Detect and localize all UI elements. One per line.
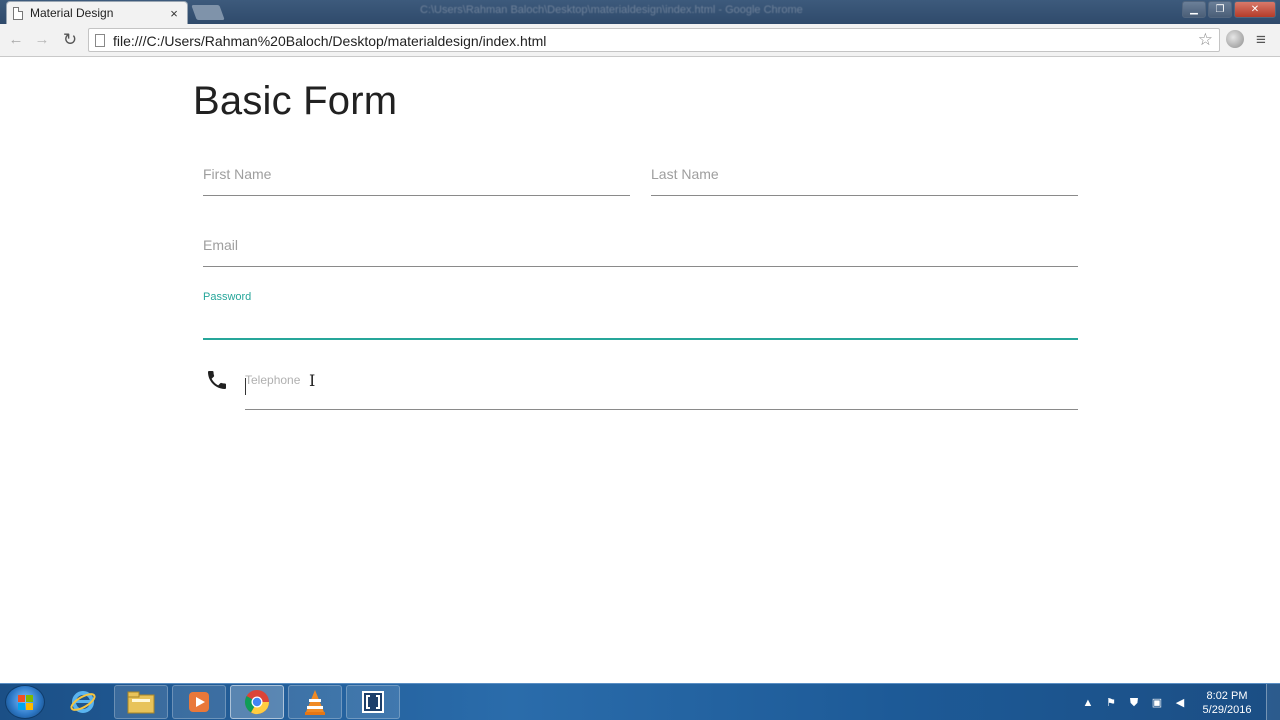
- google-chrome-icon[interactable]: [230, 685, 284, 719]
- system-tray: ▲ ⚑ ⛊ ▣ ◀ 8:02 PM 5/29/2016: [1081, 684, 1280, 720]
- clock-time: 8:02 PM: [1206, 689, 1248, 702]
- tab-close-icon[interactable]: ×: [167, 6, 181, 21]
- first-name-underline: [203, 195, 630, 196]
- last-name-input[interactable]: [651, 166, 1078, 196]
- action-center-flag-icon[interactable]: ⚑: [1104, 696, 1118, 710]
- ibeam-cursor-icon: I: [309, 371, 316, 390]
- page-icon: [13, 6, 23, 20]
- extension-icon[interactable]: [1226, 30, 1244, 48]
- close-window-button[interactable]: ✕: [1234, 1, 1276, 18]
- phone-icon: [208, 371, 226, 389]
- new-tab-button[interactable]: [191, 5, 225, 20]
- first-name-input[interactable]: [203, 166, 630, 196]
- last-name-field[interactable]: Last Name: [651, 166, 1078, 196]
- reload-icon[interactable]: ↻: [61, 31, 79, 49]
- browser-title-bar: Material Design × C:\Users\Rahman Baloch…: [0, 0, 1280, 24]
- maximize-button[interactable]: ❐: [1208, 1, 1232, 18]
- network-icon[interactable]: ▣: [1150, 696, 1164, 710]
- page-title: Basic Form: [193, 79, 398, 123]
- tab-title: Material Design: [30, 6, 114, 20]
- password-input[interactable]: [203, 290, 1078, 340]
- brackets-editor-icon[interactable]: [346, 685, 400, 719]
- password-field[interactable]: Password: [203, 290, 1078, 340]
- vlc-icon[interactable]: [288, 685, 342, 719]
- telephone-underline: [245, 409, 1078, 410]
- forward-arrow-icon[interactable]: →: [33, 31, 51, 49]
- minimize-button[interactable]: ▁: [1182, 1, 1206, 18]
- clock-date: 5/29/2016: [1202, 703, 1252, 716]
- bookmark-star-icon[interactable]: ☆: [1198, 30, 1213, 50]
- internet-explorer-icon[interactable]: [56, 685, 110, 719]
- email-underline: [203, 266, 1078, 267]
- browser-toolbar: ← → ↻ file:///C:/Users/Rahman%20Baloch/D…: [0, 24, 1280, 57]
- page-icon: [95, 34, 105, 47]
- show-hidden-icons-icon[interactable]: ▲: [1081, 696, 1095, 710]
- page-content: Basic Form First Name Last Name Email Pa…: [0, 57, 1280, 683]
- last-name-underline: [651, 195, 1078, 196]
- address-bar[interactable]: file:///C:/Users/Rahman%20Baloch/Desktop…: [88, 28, 1220, 52]
- media-player-icon[interactable]: [172, 685, 226, 719]
- windows-taskbar: ▲ ⚑ ⛊ ▣ ◀ 8:02 PM 5/29/2016: [0, 683, 1280, 720]
- back-arrow-icon[interactable]: ←: [7, 31, 25, 49]
- show-desktop-button[interactable]: [1266, 684, 1280, 720]
- telephone-input[interactable]: [245, 373, 1078, 410]
- menu-icon[interactable]: ≡: [1256, 30, 1266, 50]
- url-text[interactable]: file:///C:/Users/Rahman%20Baloch/Desktop…: [113, 33, 546, 49]
- window-controls: ▁ ❐ ✕: [1182, 1, 1276, 18]
- email-field[interactable]: Email: [203, 237, 1078, 267]
- window-title: C:\Users\Rahman Baloch\Desktop\materiald…: [420, 4, 803, 16]
- telephone-field[interactable]: Telephone I: [245, 371, 1078, 410]
- first-name-field[interactable]: First Name: [203, 166, 630, 196]
- password-underline-active: [203, 338, 1078, 340]
- security-shield-icon[interactable]: ⛊: [1127, 696, 1141, 710]
- file-explorer-icon[interactable]: [114, 685, 168, 719]
- email-input[interactable]: [203, 237, 1078, 267]
- text-caret: [245, 378, 246, 395]
- volume-icon[interactable]: ◀: [1173, 696, 1187, 710]
- start-orb-button[interactable]: [5, 685, 45, 719]
- browser-tab-material-design[interactable]: Material Design ×: [6, 1, 188, 24]
- system-clock[interactable]: 8:02 PM 5/29/2016: [1196, 689, 1258, 717]
- windows-logo-icon: [18, 695, 34, 711]
